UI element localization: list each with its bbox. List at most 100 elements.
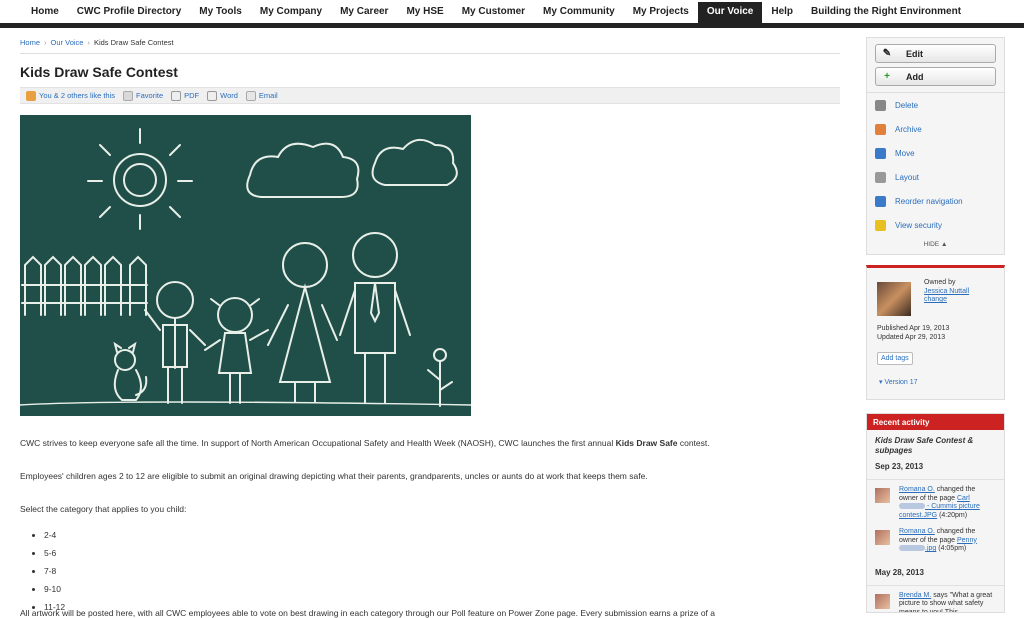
breadcrumb-separator: › (44, 38, 47, 47)
recent-activity-subtitle: Kids Draw Safe Contest & subpages (875, 436, 974, 455)
email-icon (245, 90, 256, 101)
add-button[interactable]: + Add (875, 67, 996, 86)
page-tools-panel: ✎ Edit + Add Delete Archive Move Layout Reorde… (866, 37, 1005, 255)
breadcrumb: Home › Our Voice › Kids Draw Safe Contest (20, 34, 840, 54)
owner-block: Owned by Jessica Nuttall change (924, 279, 969, 305)
category-prompt: Select the category that applies to you … (20, 504, 187, 514)
owner-name-link[interactable]: Jessica Nuttall (924, 288, 969, 297)
top-navigation: Home CWC Profile Directory My Tools My Comp… (0, 0, 1024, 28)
page-tools-menu: Delete Archive Move Layout Reorder navigatio… (867, 93, 1004, 237)
activity-date: Sep 23, 2013 (867, 456, 1004, 480)
recent-activity-panel: Recent activity Kids Draw Safe Contest &… (866, 413, 1005, 613)
move-icon (875, 147, 886, 159)
chalkboard-drawing-image (20, 115, 471, 416)
activity-link-text: Carl (957, 494, 970, 502)
activity-time: (4:20pm) (937, 511, 968, 519)
menu-label: View security (895, 220, 942, 230)
nav-item-my-community[interactable]: My Community (534, 0, 624, 23)
menu-label: Reorder navigation (895, 196, 963, 206)
redacted-text (899, 503, 925, 510)
menu-label: Move (895, 148, 915, 158)
menu-label: Layout (895, 172, 920, 182)
nav-item-my-hse[interactable]: My HSE (397, 0, 452, 23)
contest-name: Kids Draw Safe (615, 438, 678, 448)
plus-icon: + (884, 71, 890, 82)
page-title: Kids Draw Safe Contest (20, 64, 178, 80)
change-owner-link[interactable]: change (924, 296, 969, 305)
updated-date: Updated Apr 29, 2013 (877, 334, 946, 341)
menu-view-security[interactable]: View security (867, 213, 1004, 237)
edit-button[interactable]: ✎ Edit (875, 44, 996, 63)
activity-date: May 28, 2013 (867, 562, 1004, 586)
breadcrumb-current: Kids Draw Safe Contest (93, 38, 174, 47)
user-avatar (875, 530, 890, 545)
pdf-action[interactable]: PDF (171, 90, 200, 101)
like-action[interactable]: You & 2 others like this (26, 90, 115, 101)
activity-item: Romana O. changed the owner of the page … (867, 528, 1004, 554)
menu-layout[interactable]: Layout (867, 165, 1004, 189)
breadcrumb-section[interactable]: Our Voice (51, 38, 84, 47)
owner-panel: Owned by Jessica Nuttall change Publishe… (866, 265, 1005, 400)
redacted-text (899, 545, 925, 552)
activity-text: Romana O. changed the owner of the page … (899, 528, 996, 554)
artwork-paragraph: All artwork will be posted here, with al… (20, 608, 715, 618)
nav-item-help[interactable]: Help (762, 0, 802, 23)
pdf-label: PDF (184, 91, 200, 100)
user-avatar (875, 593, 890, 609)
star-icon (123, 90, 134, 101)
menu-reorder-navigation[interactable]: Reorder navigation (867, 189, 1004, 213)
category-item: 9-10 (32, 580, 840, 598)
nav-item-my-tools[interactable]: My Tools (190, 0, 251, 23)
user-avatar (875, 488, 890, 503)
page-action-bar: You & 2 others like this Favorite PDF Wo… (20, 87, 840, 104)
nav-item-building-the-right-environment[interactable]: Building the Right Environment (802, 0, 970, 23)
category-item: 2-4 (32, 526, 840, 544)
pdf-icon (171, 90, 182, 101)
menu-delete[interactable]: Delete (867, 93, 1004, 117)
email-label: Email (258, 91, 278, 100)
word-label: Word (220, 91, 238, 100)
favorite-action[interactable]: Favorite (123, 90, 163, 101)
nav-item-home[interactable]: Home (22, 0, 68, 23)
word-icon (207, 90, 218, 101)
nav-item-my-customer[interactable]: My Customer (453, 0, 534, 23)
edit-label: Edit (906, 48, 923, 59)
archive-icon (875, 123, 886, 135)
eligibility-paragraph: Employees' children ages 2 to 12 are eli… (20, 471, 648, 481)
activity-text: Romana O. changed the owner of the page … (899, 486, 996, 520)
category-item: 7-8 (32, 562, 840, 580)
add-tags-button[interactable]: Add tags (877, 352, 913, 365)
menu-archive[interactable]: Archive (867, 117, 1004, 141)
nav-item-my-projects[interactable]: My Projects (624, 0, 698, 23)
nav-item-my-company[interactable]: My Company (251, 0, 331, 23)
menu-label: Archive (895, 124, 922, 134)
intro-paragraph: CWC strives to keep everyone safe all th… (20, 437, 840, 449)
owner-avatar (877, 282, 911, 316)
hide-toggle[interactable]: HIDE ▲ (867, 237, 1004, 254)
nav-item-our-voice[interactable]: Our Voice (697, 2, 763, 23)
intro-text-c: contest. (677, 438, 710, 448)
email-action[interactable]: Email (245, 90, 278, 101)
word-action[interactable]: Word (207, 90, 238, 101)
shield-icon (875, 219, 886, 231)
nav-list: Home CWC Profile Directory My Tools My Comp… (0, 0, 1024, 23)
reorder-icon (875, 195, 886, 207)
activity-item: Romana O. changed the owner of the page … (867, 486, 1004, 520)
nav-item-my-career[interactable]: My Career (331, 0, 397, 23)
activity-text: Brenda M. says "What a great picture to … (899, 592, 996, 613)
nav-item-cwc-profile-directory[interactable]: CWC Profile Directory (68, 0, 190, 23)
recent-activity-title: Recent activity (867, 414, 1004, 430)
activity-user-link[interactable]: Romana O. (899, 486, 935, 493)
activity-item: Brenda M. says "What a great picture to … (867, 592, 1004, 613)
version-toggle[interactable]: ▾ Version 17 (879, 378, 918, 386)
main-content: Home › Our Voice › Kids Draw Safe Contest Ki… (20, 34, 840, 616)
menu-move[interactable]: Move (867, 141, 1004, 165)
activity-user-link[interactable]: Romana O. (899, 528, 935, 535)
breadcrumb-home[interactable]: Home (20, 38, 40, 47)
activity-user-link[interactable]: Brenda M. (899, 592, 931, 599)
trash-icon (875, 99, 886, 111)
activity-link-text: .jpg (925, 545, 937, 552)
intro-text-a: CWC strives to keep everyone safe all th… (20, 438, 616, 448)
publish-info: Published Apr 19, 2013 Updated Apr 29, 2… (877, 324, 949, 342)
activity-time: (4:05pm) (936, 545, 967, 552)
